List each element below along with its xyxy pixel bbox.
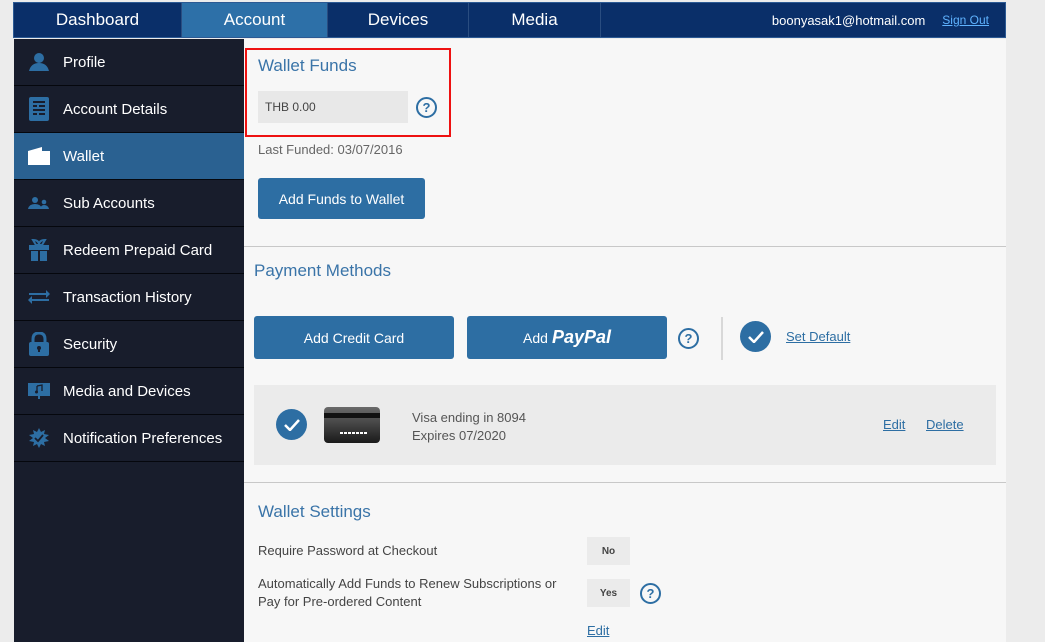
credit-card-icon	[324, 407, 380, 448]
sidebar-item-label: Transaction History	[63, 288, 192, 306]
wallet-settings-title: Wallet Settings	[258, 502, 371, 521]
sidebar-item-label: Profile	[63, 53, 106, 71]
auto-add-funds-value: Yes	[587, 579, 630, 607]
add-funds-button[interactable]: Add Funds to Wallet	[258, 178, 425, 219]
sidebar-item-label: Media and Devices	[63, 382, 191, 400]
section-divider	[244, 482, 1006, 483]
card-selected-radio[interactable]	[276, 409, 307, 440]
arrows-icon	[14, 289, 63, 305]
sidebar-item-profile[interactable]: Profile	[14, 39, 244, 86]
tab-dashboard[interactable]: Dashboard	[14, 3, 182, 37]
wallet-balance-value: THB 0.00	[265, 100, 316, 114]
sidebar-item-security[interactable]: Security	[14, 321, 244, 368]
add-credit-card-button[interactable]: Add Credit Card	[254, 316, 454, 359]
require-password-value: No	[587, 537, 630, 565]
tab-devices[interactable]: Devices	[328, 3, 469, 37]
card-expiry: Expires 07/2020	[412, 428, 506, 443]
help-icon[interactable]: ?	[640, 583, 661, 604]
top-nav: Dashboard Account Devices Media boonyasa…	[13, 2, 1006, 38]
sidebar-item-label: Account Details	[63, 100, 168, 118]
check-circle-icon	[740, 321, 771, 352]
sidebar-item-redeem-prepaid-card[interactable]: Redeem Prepaid Card	[14, 227, 244, 274]
users-icon	[14, 196, 63, 210]
last-funded-text: Last Funded: 03/07/2016	[258, 142, 403, 157]
sidebar: Profile Account Details Wallet Sub Accou…	[14, 39, 244, 642]
sidebar-item-media-and-devices[interactable]: Media and Devices	[14, 368, 244, 415]
wallet-balance-field: THB 0.00	[258, 91, 408, 123]
card-details: Visa ending in 8094 Expires 07/2020	[412, 409, 526, 445]
user-area: boonyasak1@hotmail.com Sign Out	[772, 3, 1005, 37]
sidebar-item-transaction-history[interactable]: Transaction History	[14, 274, 244, 321]
edit-card-link[interactable]: Edit	[883, 417, 905, 432]
tab-media[interactable]: Media	[469, 3, 601, 37]
gift-icon	[14, 239, 63, 261]
sidebar-item-wallet[interactable]: Wallet	[14, 133, 244, 180]
setting-label-line: Automatically Add Funds to Renew Subscri…	[258, 576, 557, 591]
user-email: boonyasak1@hotmail.com	[771, 12, 926, 28]
sidebar-item-sub-accounts[interactable]: Sub Accounts	[14, 180, 244, 227]
user-icon	[14, 52, 63, 72]
wallet-icon	[14, 147, 63, 165]
sidebar-item-label: Wallet	[63, 147, 105, 165]
wallet-funds-title: Wallet Funds	[258, 56, 357, 75]
card-list-item: Visa ending in 8094 Expires 07/2020 Edit…	[254, 385, 996, 465]
lock-icon	[14, 332, 63, 356]
document-icon	[14, 97, 63, 121]
section-divider	[244, 246, 1006, 247]
sidebar-item-account-details[interactable]: Account Details	[14, 86, 244, 133]
sign-out-link[interactable]: Sign Out	[942, 13, 989, 27]
setting-label-auto-add-funds: Automatically Add Funds to Renew Subscri…	[258, 575, 556, 611]
set-default-link[interactable]: Set Default	[786, 329, 850, 344]
tab-account[interactable]: Account	[182, 3, 328, 37]
sidebar-item-notification-preferences[interactable]: Notification Preferences	[14, 415, 244, 462]
sidebar-item-label: Notification Preferences	[63, 429, 223, 447]
sidebar-item-label: Redeem Prepaid Card	[63, 241, 213, 259]
vertical-divider	[721, 317, 723, 360]
add-paypal-prefix: Add	[523, 329, 548, 346]
sidebar-item-label: Security	[63, 335, 118, 353]
setting-label-line: Pay for Pre-ordered Content	[258, 594, 422, 609]
monitor-music-icon	[14, 383, 63, 399]
card-description: Visa ending in 8094	[412, 410, 526, 425]
help-icon[interactable]: ?	[678, 328, 699, 349]
delete-card-link[interactable]: Delete	[926, 417, 964, 432]
add-paypal-button[interactable]: Add PayPal	[467, 316, 667, 359]
payment-methods-title: Payment Methods	[254, 261, 392, 280]
edit-settings-link[interactable]: Edit	[587, 623, 609, 638]
sidebar-item-label: Sub Accounts	[63, 194, 155, 212]
help-icon[interactable]: ?	[416, 97, 437, 118]
main-content: Wallet Funds THB 0.00 ? Last Funded: 03/…	[244, 39, 1006, 642]
badge-check-icon	[14, 428, 63, 448]
setting-label-require-password: Require Password at Checkout	[258, 543, 438, 558]
paypal-logo: PayPal	[551, 327, 611, 347]
